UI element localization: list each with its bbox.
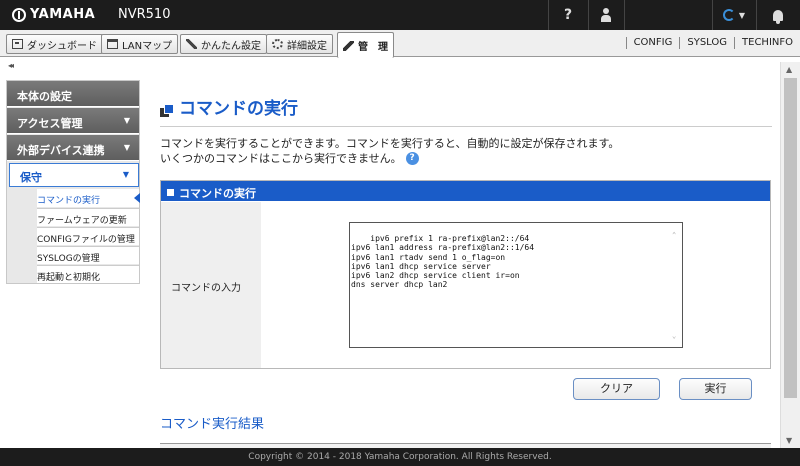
chevron-up-icon: ⌃ (672, 231, 677, 239)
status-dropdown[interactable]: ▼ (712, 0, 756, 30)
scroll-down-icon[interactable]: ▼ (786, 436, 792, 445)
run-button[interactable]: 実行 (679, 378, 752, 400)
yamaha-logo-icon (12, 7, 26, 22)
brand: YAMAHA (12, 7, 95, 22)
footer: Copyright © 2014 - 2018 Yamaha Corporati… (0, 448, 800, 466)
description-line-2: いくつかのコマンドはここから実行できません。 ? (160, 150, 419, 166)
title-divider (160, 126, 772, 127)
textarea-scrollbar[interactable]: ⌃ ⌄ (671, 231, 681, 341)
sidebar-item-maintenance[interactable]: 保守 ▼ (9, 163, 139, 187)
command-input[interactable]: ipv6 prefix 1 ra-prefix@lan2::/64 ipv6 l… (349, 222, 683, 348)
scroll-up-icon[interactable]: ▲ (786, 65, 792, 74)
user-icon (600, 8, 612, 22)
command-panel: コマンドの実行 コマンドの入力 ipv6 prefix 1 ra-prefix@… (160, 180, 771, 369)
sidebar-sub-config-file[interactable]: CONFIGファイルの管理 (37, 227, 139, 245)
config-link[interactable]: CONFIG (625, 37, 680, 49)
chevron-down-icon: ▼ (123, 116, 130, 125)
notification-button[interactable] (756, 0, 800, 30)
chevron-down-icon: ⌄ (672, 331, 677, 340)
description-line-1: コマンドを実行することができます。コマンドを実行すると、自動的に設定が保存されま… (160, 137, 620, 150)
syslog-link[interactable]: SYSLOG (679, 37, 734, 49)
help-button[interactable]: ? (548, 0, 588, 30)
sidebar-item-access-management[interactable]: アクセス管理 ▼ (7, 108, 139, 134)
help-icon[interactable]: ? (405, 151, 419, 165)
sidebar-item-label: 外部デバイス連携 (17, 144, 105, 157)
chevron-down-icon: ▼ (738, 10, 746, 20)
sidebar-sub-syslog[interactable]: SYSLOGの管理 (37, 246, 139, 264)
sidebar-sub-firmware-update[interactable]: ファームウェアの更新 (37, 208, 139, 226)
chevron-down-icon: ▼ (122, 170, 129, 179)
top-bar: YAMAHA NVR510 ? ▼ (0, 0, 800, 30)
wrench-icon (343, 40, 354, 51)
panel-title: コマンドの実行 (179, 186, 256, 200)
scrollbar-thumb[interactable] (784, 78, 797, 398)
management-tab[interactable]: 管 理 (337, 32, 394, 58)
sidebar-item-label: 保守 (20, 171, 42, 184)
description-text: いくつかのコマンドはここから実行できません。 (160, 152, 402, 165)
help-icon: ? (563, 7, 573, 23)
page-header: コマンドの実行 (160, 94, 298, 119)
easy-setup-label: かんたん設定 (201, 40, 261, 52)
easy-setup-button[interactable]: かんたん設定 (180, 34, 267, 54)
dashboard-label: ダッシュボード (27, 40, 97, 52)
management-label: 管 理 (358, 42, 388, 53)
dashboard-button[interactable]: ダッシュボード (6, 34, 103, 54)
advanced-settings-label: 詳細設定 (287, 40, 327, 52)
sidebar-sub-reboot-init[interactable]: 再起動と初期化 (37, 265, 139, 283)
dashboard-icon (12, 39, 23, 49)
advanced-settings-button[interactable]: 詳細設定 (266, 34, 333, 54)
square-icon (167, 189, 174, 196)
header-links: CONFIG SYSLOG TECHINFO (625, 30, 800, 56)
page-scrollbar[interactable]: ▲ ▼ (780, 62, 800, 448)
page-title: コマンドの実行 (179, 99, 298, 119)
lan-map-label: LANマップ (122, 40, 173, 52)
sidebar-sub-command-exec[interactable]: コマンドの実行 (37, 189, 140, 207)
wand-icon (186, 39, 197, 49)
bell-icon (773, 9, 783, 24)
divider (624, 0, 625, 30)
user-button[interactable] (588, 0, 624, 30)
status-spinner-icon (722, 9, 735, 21)
device-name: NVR510 (118, 7, 171, 22)
menu-bar: ダッシュボード LANマップ かんたん設定 詳細設定 管 理 CONFIG SY… (0, 30, 800, 58)
collapse-sidebar-icon[interactable]: ◂◂ (8, 61, 14, 70)
command-text: ipv6 prefix 1 ra-prefix@lan2::/64 ipv6 l… (351, 234, 535, 290)
gear-icon (272, 39, 283, 49)
sidebar-item-label: 本体の設定 (17, 90, 72, 103)
chevron-down-icon: ▼ (123, 143, 130, 152)
title-icon (160, 103, 174, 117)
sidebar: 本体の設定 アクセス管理 ▼ 外部デバイス連携 ▼ 保守 ▼ コマンドの実行 フ… (6, 80, 140, 284)
clear-button[interactable]: クリア (573, 378, 660, 400)
sidebar-item-external-devices[interactable]: 外部デバイス連携 ▼ (7, 135, 139, 161)
command-input-label: コマンドの入力 (161, 202, 261, 368)
result-title: コマンド実行結果 (160, 417, 265, 432)
panel-header: コマンドの実行 (161, 181, 770, 201)
lan-map-icon (107, 39, 118, 49)
brand-name: YAMAHA (30, 7, 96, 22)
lan-map-button[interactable]: LANマップ (101, 34, 179, 54)
sidebar-item-label: アクセス管理 (17, 117, 83, 130)
techinfo-link[interactable]: TECHINFO (734, 37, 800, 49)
sidebar-item-device-settings[interactable]: 本体の設定 (7, 81, 139, 107)
